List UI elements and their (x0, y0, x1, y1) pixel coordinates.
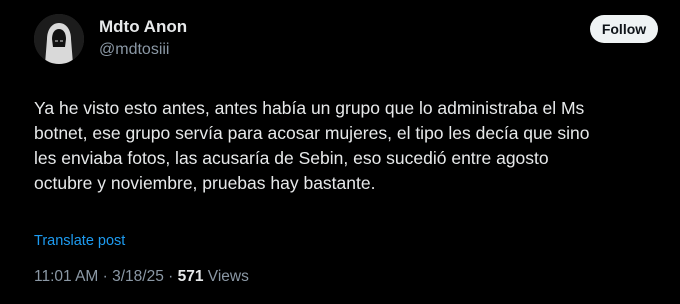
timestamp-date[interactable]: 3/18/25 (112, 268, 164, 285)
author-handle[interactable]: @mdtosiii (99, 41, 169, 59)
author-display-name[interactable]: Mdto Anon (99, 17, 187, 37)
tweet-text-line: botnet, ese grupo servía para acosar muj… (34, 123, 590, 143)
tweet-text-line: Ya he visto esto antes, antes había un g… (34, 98, 585, 118)
views-count[interactable]: 571 (178, 268, 204, 285)
timestamp-time[interactable]: 11:01 AM (34, 268, 98, 285)
meta-separator: · (98, 268, 113, 285)
views-label: Views (203, 268, 249, 285)
hooded-figure-avatar-icon (34, 14, 84, 64)
translate-post-link[interactable]: Translate post (34, 233, 125, 249)
tweet-text-line: les enviaba fotos, las acusaría de Sebin… (34, 148, 549, 168)
tweet-text: Ya he visto esto antes, antes había un g… (34, 96, 674, 196)
tweet-meta: 11:01 AM · 3/18/25 · 571 Views (34, 268, 249, 286)
tweet-text-line: octubre y noviembre, pruebas hay bastant… (34, 173, 376, 193)
meta-separator: · (163, 268, 178, 285)
follow-button[interactable]: Follow (590, 15, 658, 43)
avatar[interactable] (34, 14, 84, 64)
